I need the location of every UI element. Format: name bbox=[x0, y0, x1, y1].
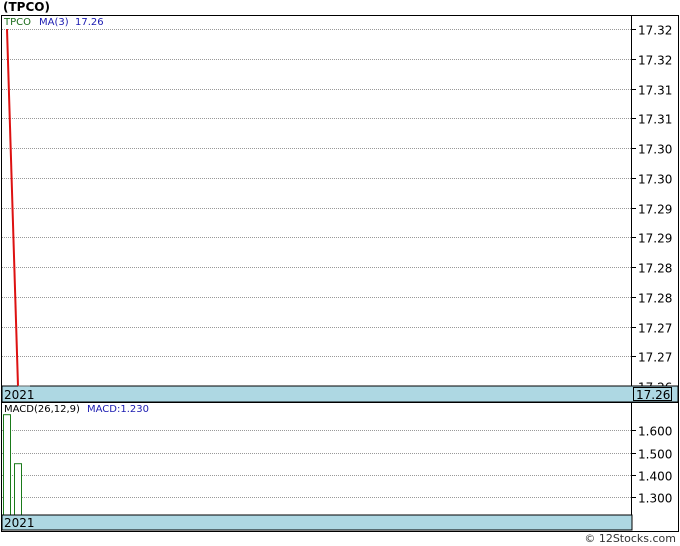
chart-svg: 17.32 17.32 17.31 17.31 17.30 17.30 17.29 17.29… bbox=[1, 15, 679, 532]
legend-ticker: TPCO bbox=[3, 17, 31, 28]
legend-ma-value: 17.26 bbox=[75, 17, 104, 28]
macd-year-label: 2021 bbox=[4, 516, 35, 530]
price-tick-label: 17.30 bbox=[638, 143, 672, 157]
macd-tick-label: 1.600 bbox=[638, 425, 672, 439]
price-tick-label: 17.32 bbox=[638, 54, 672, 68]
macd-tick-label: 1.500 bbox=[638, 448, 672, 462]
watermark: © 12Stocks.com bbox=[584, 532, 676, 545]
macd-date-bar bbox=[1, 514, 633, 531]
macd-tick-label: 1.300 bbox=[638, 492, 672, 506]
legend-ma: MA(3) bbox=[39, 17, 69, 28]
price-tick-label: 17.28 bbox=[638, 262, 672, 276]
price-tick-label: 17.29 bbox=[638, 232, 672, 246]
price-tick-label: 17.27 bbox=[638, 351, 672, 365]
price-tick-label: 17.31 bbox=[638, 113, 672, 127]
chart-stage: (TPCO) 17.32 17.32 17.31 17.31 17.30 17.30 17.… bbox=[0, 0, 680, 546]
macd-legend-params: MACD(26,12,9) bbox=[4, 404, 80, 415]
last-price-label: 17.26 bbox=[636, 388, 670, 402]
price-tick-label: 17.29 bbox=[638, 203, 672, 217]
price-year-label: 2021 bbox=[4, 388, 35, 402]
price-tick-label: 17.27 bbox=[638, 322, 672, 336]
macd-legend-value: MACD:1.230 bbox=[87, 404, 149, 415]
price-tick-label: 17.31 bbox=[638, 84, 672, 98]
price-tick-label: 17.30 bbox=[638, 173, 672, 187]
price-tick-label: 17.32 bbox=[638, 24, 672, 38]
price-date-bar bbox=[1, 385, 679, 403]
macd-bar bbox=[14, 463, 22, 516]
price-tick-label: 17.28 bbox=[638, 292, 672, 306]
macd-panel-frame bbox=[1, 402, 679, 532]
macd-bar bbox=[3, 414, 11, 516]
macd-tick-label: 1.400 bbox=[638, 470, 672, 484]
